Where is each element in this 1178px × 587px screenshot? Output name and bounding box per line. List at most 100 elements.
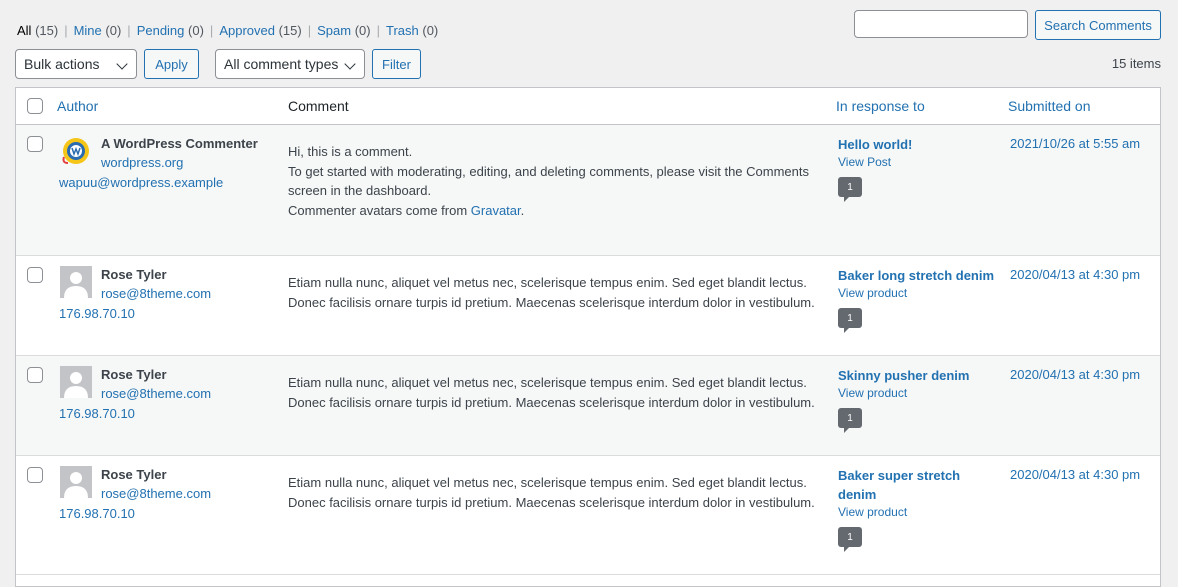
comment-count: 1: [847, 181, 853, 193]
row-checkbox[interactable]: [27, 136, 43, 152]
column-in-response-to[interactable]: In response to: [836, 98, 925, 114]
filter-spam-label: Spam: [317, 23, 352, 38]
column-submitted-on[interactable]: Submitted on: [1008, 98, 1091, 114]
comment-count: 1: [847, 312, 853, 324]
submitted-date-link[interactable]: 2021/10/26 at 5:55 am: [1010, 136, 1140, 151]
chevron-down-icon: [344, 58, 356, 70]
comment-count: 1: [847, 412, 853, 424]
comment-count-bubble[interactable]: 1: [838, 308, 862, 333]
author-name: A WordPress Commenter: [101, 136, 258, 151]
search-input[interactable]: [854, 10, 1028, 38]
view-product-link[interactable]: View product: [838, 386, 907, 400]
row-checkbox[interactable]: [27, 467, 43, 483]
comment-count: 1: [847, 531, 853, 543]
comment-line: Donec facilisis ornare turpis id pretium…: [288, 394, 815, 410]
wapuu-avatar: [62, 138, 89, 164]
filter-trash-count: (0): [422, 23, 439, 38]
filter-approved-count: (15): [278, 23, 302, 38]
comment-text: Etiam nulla nunc, aliquet vel metus nec,…: [288, 473, 823, 512]
author-email[interactable]: rose@8theme.com: [101, 486, 211, 501]
author-name: Rose Tyler: [101, 267, 167, 282]
filter-spam-count: (0): [354, 23, 371, 38]
filter-trash-label: Trash: [385, 23, 419, 38]
response-post-link[interactable]: Hello world!: [838, 135, 998, 154]
filter-separator: |: [376, 23, 380, 38]
comment-line: screen in the dashboard.: [288, 183, 432, 198]
view-post-link[interactable]: View Post: [838, 155, 891, 169]
row-checkbox[interactable]: [27, 267, 43, 283]
comment-line: Etiam nulla nunc, aliquet vel metus nec,…: [288, 275, 807, 290]
filter-all[interactable]: All (15): [17, 23, 58, 38]
column-comment: Comment: [288, 98, 349, 114]
comment-line: Etiam nulla nunc, aliquet vel metus nec,…: [288, 375, 807, 390]
filter-pending-label: Pending: [136, 23, 185, 38]
table-header: Author Comment In response to Submitted …: [16, 88, 1160, 125]
column-author[interactable]: Author: [57, 98, 98, 114]
filter-pending-count: (0): [188, 23, 204, 38]
filter-mine[interactable]: Mine (0): [74, 23, 122, 38]
comment-types-select[interactable]: All comment types: [215, 49, 365, 79]
comment-line: Commenter avatars come from Gravatar.: [288, 201, 823, 221]
comment-line: To get started with moderating, editing,…: [288, 163, 809, 179]
gravatar-link[interactable]: Gravatar: [471, 203, 521, 218]
bubble-tail: [844, 428, 849, 433]
comment-text: Hi, this is a comment. To get started wi…: [288, 142, 823, 220]
comment-text: Etiam nulla nunc, aliquet vel metus nec,…: [288, 373, 823, 412]
filter-all-count: (15): [35, 23, 59, 38]
select-all-checkbox[interactable]: [27, 98, 43, 114]
submitted-date-link[interactable]: 2020/04/13 at 4:30 pm: [1010, 367, 1140, 382]
comment-line: Hi, this is a comment.: [288, 144, 413, 159]
comment-line: Donec facilisis ornare turpis id pretium…: [288, 494, 815, 510]
filter-pending[interactable]: Pending (0): [137, 23, 204, 38]
submitted-date-link[interactable]: 2020/04/13 at 4:30 pm: [1010, 467, 1140, 482]
bubble-tail: [844, 328, 849, 333]
response-post-link[interactable]: Baker super stretch denim: [838, 466, 998, 504]
author-ip[interactable]: 176.98.70.10: [59, 306, 135, 321]
author-url[interactable]: wordpress.org: [101, 155, 183, 170]
table-row: Rose Tyler rose@8theme.com 176.98.70.10 …: [16, 256, 1160, 356]
filter-approved[interactable]: Approved (15): [219, 23, 301, 38]
search-comments-button[interactable]: Search Comments: [1035, 10, 1161, 40]
comment-text-suffix: .: [520, 202, 525, 218]
filter-separator: |: [307, 23, 312, 38]
filter-separator: |: [127, 23, 131, 38]
comment-text-prefix: Commenter avatars come from: [288, 202, 471, 218]
filter-mine-count: (0): [105, 23, 122, 38]
author-ip[interactable]: 176.98.70.10: [59, 406, 135, 421]
view-product-link[interactable]: View product: [838, 505, 907, 519]
table-row: Rose Tyler rose@8theme.com 176.98.70.10 …: [16, 356, 1160, 456]
default-avatar: [60, 266, 92, 298]
author-name: Rose Tyler: [101, 467, 167, 482]
comment-count-bubble[interactable]: 1: [838, 408, 862, 433]
submitted-date-link[interactable]: 2020/04/13 at 4:30 pm: [1010, 267, 1140, 282]
default-avatar: [60, 366, 92, 398]
comment-status-filters: All (15) | Mine (0) | Pending (0) | Approved (…: [17, 23, 438, 38]
filter-spam[interactable]: Spam (0): [317, 23, 370, 38]
filter-trash[interactable]: Trash (0): [386, 23, 438, 38]
comment-count-bubble[interactable]: 1: [838, 177, 862, 202]
response-post-link[interactable]: Skinny pusher denim: [838, 366, 998, 385]
chevron-down-icon: [116, 58, 128, 70]
comment-line: Etiam nulla nunc, aliquet vel metus nec,…: [288, 475, 807, 490]
comment-count-bubble[interactable]: 1: [838, 527, 862, 552]
bulk-actions-select[interactable]: Bulk actions: [15, 49, 137, 79]
bubble-tail: [844, 197, 849, 202]
table-row: Rose Tyler rose@8theme.com 176.98.70.10 …: [16, 456, 1160, 575]
author-email[interactable]: rose@8theme.com: [101, 286, 211, 301]
author-email[interactable]: rose@8theme.com: [101, 386, 211, 401]
comment-line: Donec facilisis ornare turpis id pretium…: [288, 294, 815, 310]
filter-button[interactable]: Filter: [372, 49, 421, 79]
response-post-link[interactable]: Baker long stretch denim: [838, 266, 998, 285]
apply-button[interactable]: Apply: [144, 49, 199, 79]
author-ip[interactable]: 176.98.70.10: [59, 506, 135, 521]
author-name: Rose Tyler: [101, 367, 167, 382]
table-row: A WordPress Commenter wordpress.org wapu…: [16, 125, 1160, 256]
items-count: 15 items: [1111, 56, 1161, 71]
view-product-link[interactable]: View product: [838, 286, 907, 300]
comment-text: Etiam nulla nunc, aliquet vel metus nec,…: [288, 273, 823, 312]
row-checkbox[interactable]: [27, 367, 43, 383]
default-avatar: [60, 466, 92, 498]
comments-table: Author Comment In response to Submitted …: [15, 87, 1161, 587]
author-email[interactable]: wapuu@wordpress.example: [59, 175, 223, 190]
response-title-line: denim: [838, 487, 877, 502]
